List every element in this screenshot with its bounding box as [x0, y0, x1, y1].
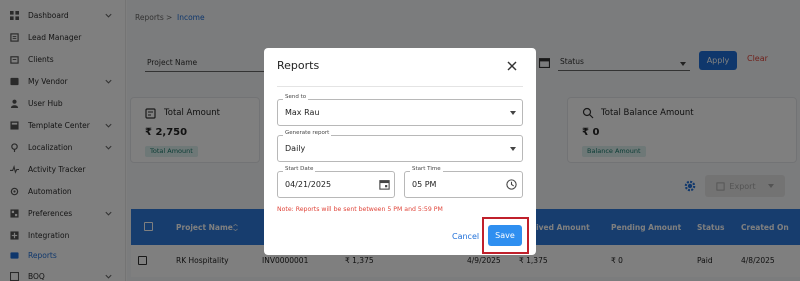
send-to-label: Send to [283, 94, 309, 100]
generate-report-select[interactable]: Generate report Daily [277, 130, 523, 162]
start-date-label: Start Date [283, 166, 316, 172]
start-time-label: Start Time [410, 166, 443, 172]
start-time-field[interactable]: Start Time 05 PM [404, 166, 523, 198]
save-button[interactable]: Save [488, 225, 522, 246]
calendar-icon[interactable] [379, 179, 390, 190]
generate-report-value: Daily [285, 144, 306, 153]
caret-down-icon [510, 147, 516, 151]
send-to-value: Max Rau [285, 108, 320, 117]
cancel-button[interactable]: Cancel [452, 232, 479, 241]
dialog-divider [277, 86, 523, 87]
start-time-value: 05 PM [412, 180, 437, 189]
schedule-note: Note: Reports will be sent between 5 PM … [277, 206, 443, 213]
dialog-title: Reports [277, 59, 320, 72]
clock-icon[interactable] [506, 179, 517, 190]
send-to-select[interactable]: Send to Max Rau [277, 94, 523, 126]
start-date-field[interactable]: Start Date 04/21/2025 [277, 166, 395, 198]
reports-dialog: Reports Send to Max Rau Generate report … [264, 48, 536, 255]
caret-down-icon [510, 111, 516, 115]
generate-report-label: Generate report [283, 130, 332, 136]
start-date-value: 04/21/2025 [285, 180, 332, 189]
close-icon[interactable] [507, 61, 517, 71]
